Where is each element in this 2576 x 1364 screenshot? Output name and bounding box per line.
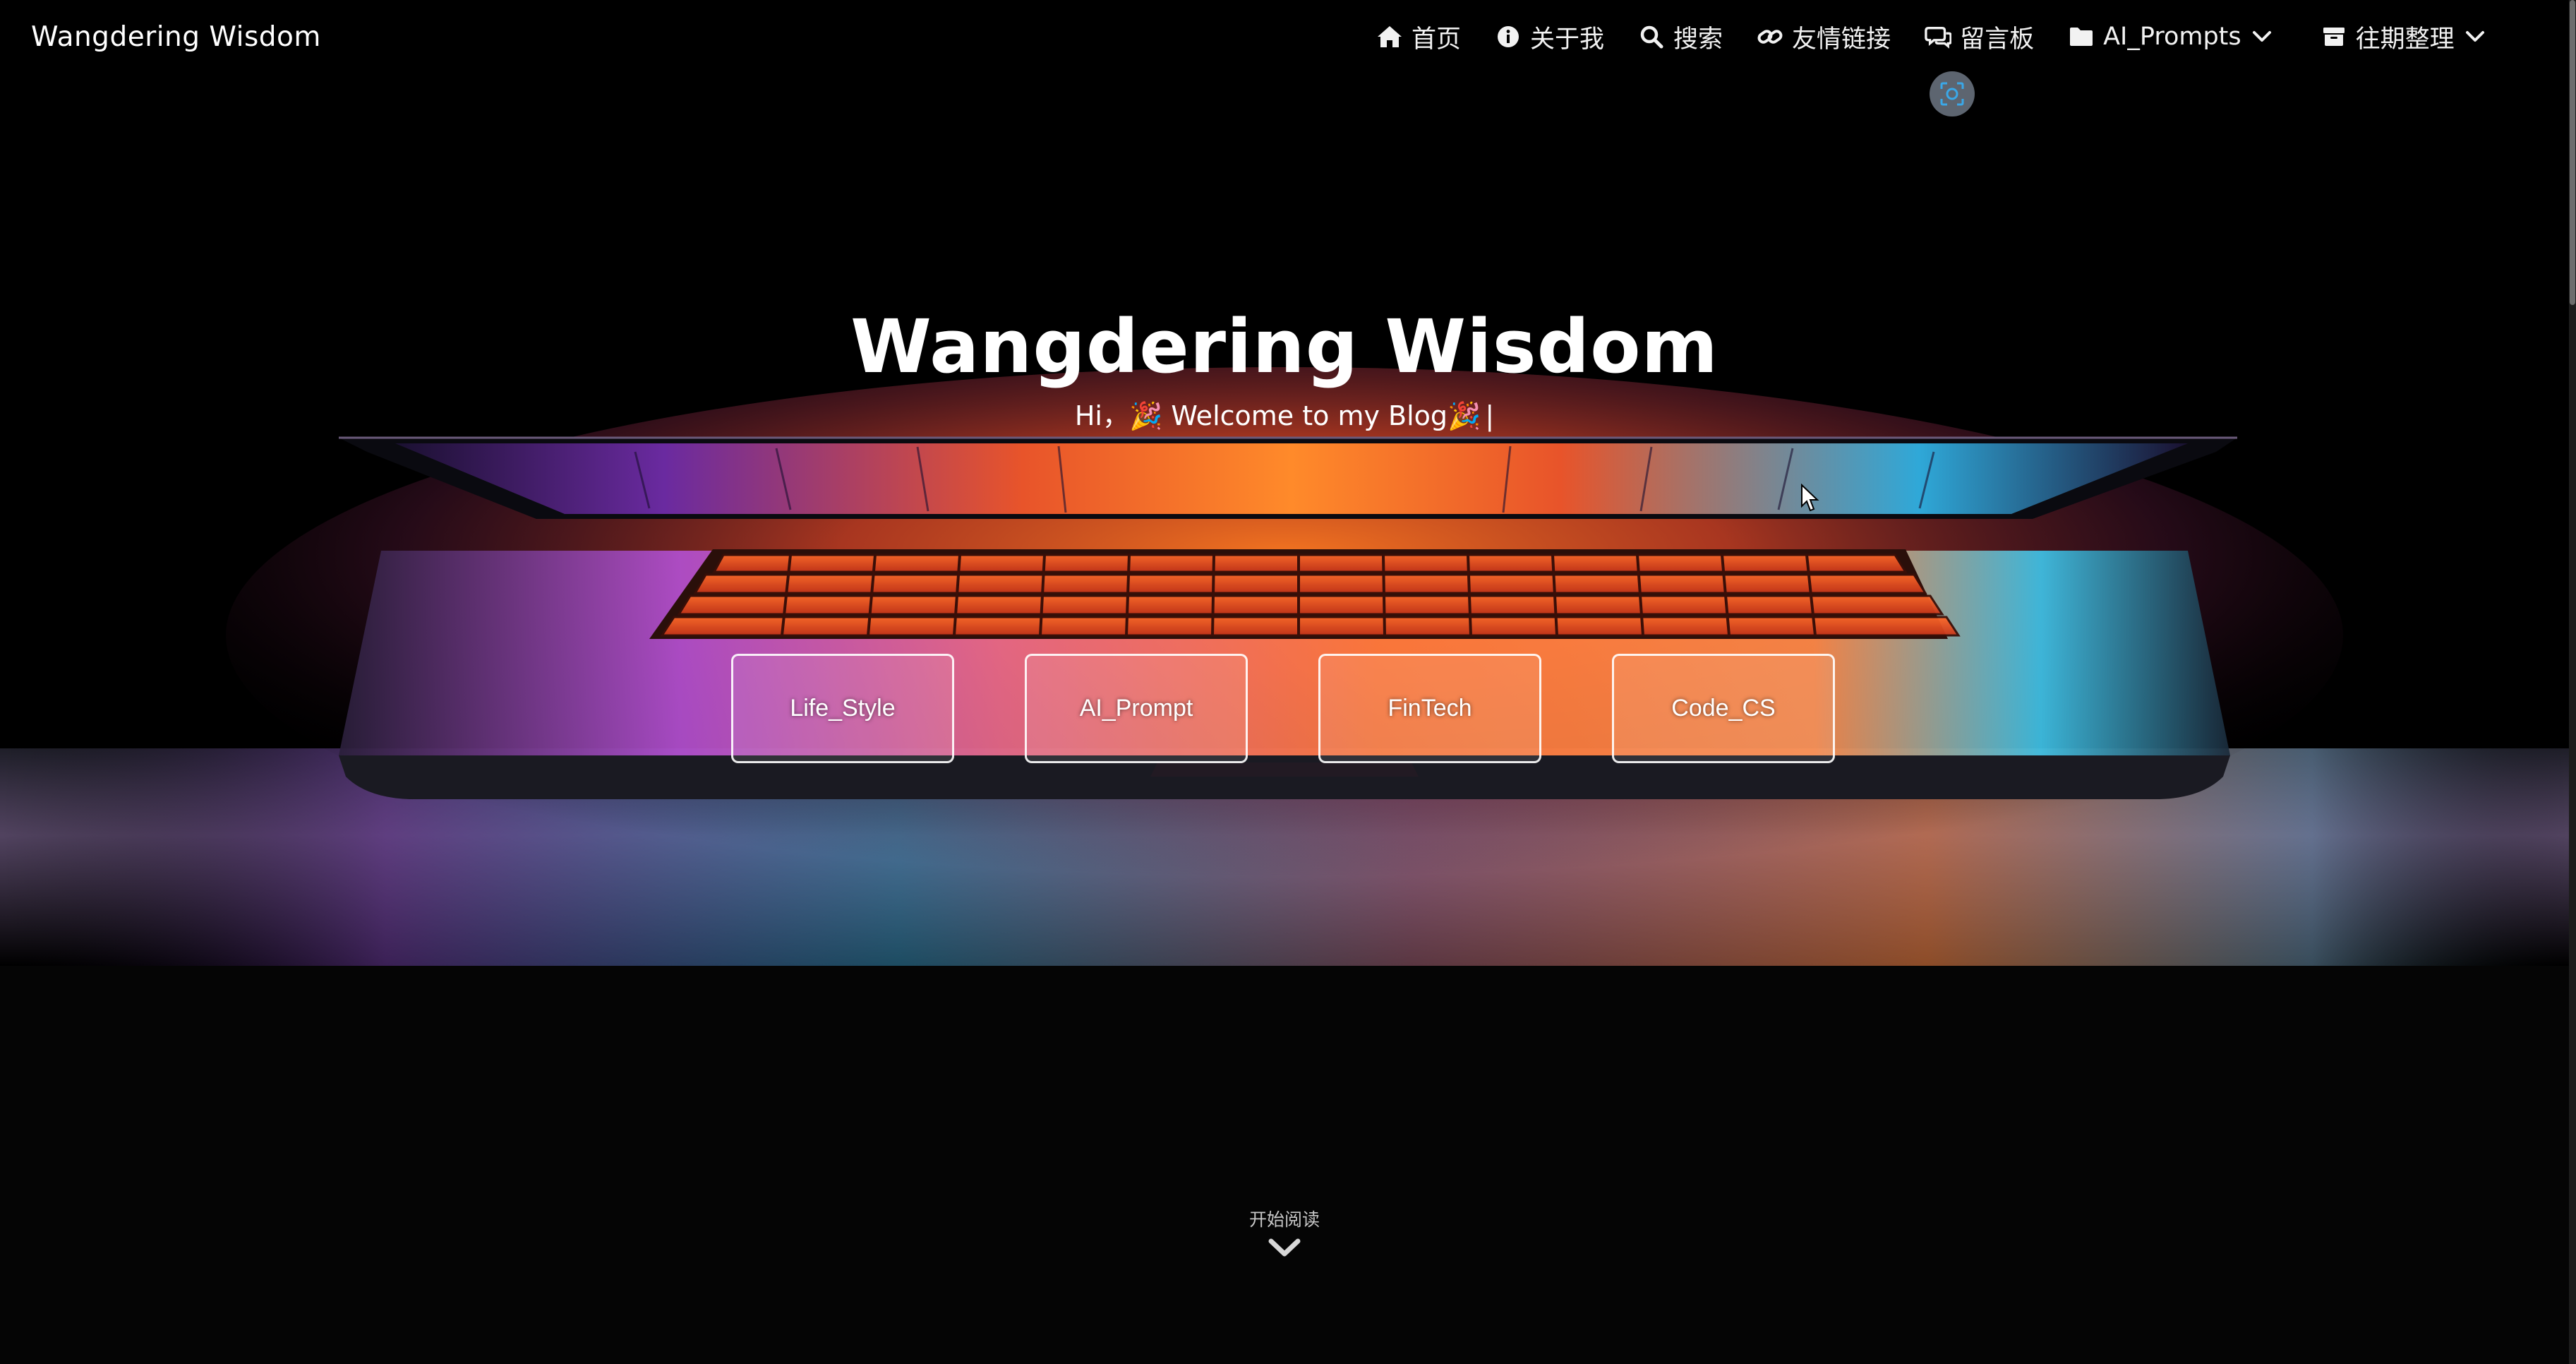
chevron-down-icon: [2464, 26, 2486, 47]
page: Wangdering Wisdom 首页 关于我 搜索 友情链接 留言板 AI_…: [0, 0, 2576, 1364]
top-navbar: Wangdering Wisdom 首页 关于我 搜索 友情链接 留言板 AI_…: [0, 0, 2569, 78]
site-brand[interactable]: Wangdering Wisdom: [31, 21, 321, 53]
search-icon: [1638, 23, 1665, 50]
screenshot-icon: [1940, 82, 1964, 106]
screenshot-float-button[interactable]: [1930, 71, 1975, 116]
scroll-down-icon[interactable]: [1267, 1234, 1302, 1262]
page-scrollbar[interactable]: [2569, 0, 2576, 1364]
category-button-fintech[interactable]: FinTech: [1318, 654, 1541, 763]
category-buttons: Life_Style AI_Prompt FinTech Code_CS: [731, 654, 1835, 763]
archive-icon: [2321, 23, 2347, 50]
chevron-down-icon: [2251, 26, 2273, 47]
info-icon: [1495, 23, 1522, 50]
laptop-illustration: [0, 367, 2569, 966]
nav-item-label: 友情链接: [1792, 25, 1891, 54]
comments-icon: [1925, 23, 1952, 50]
category-button-code-cs[interactable]: Code_CS: [1612, 654, 1835, 763]
start-reading-label[interactable]: 开始阅读: [0, 1206, 2569, 1231]
nav-item-archive[interactable]: 往期整理: [2321, 19, 2486, 55]
scrollbar-thumb[interactable]: [2570, 0, 2575, 305]
typing-caret: |: [1485, 400, 1495, 431]
category-button-ai-prompt[interactable]: AI_Prompt: [1025, 654, 1248, 763]
nav-item-guestbook[interactable]: 留言板: [1925, 19, 2034, 55]
nav-item-label: 搜索: [1673, 25, 1723, 54]
nav-item-label: 关于我: [1530, 25, 1605, 54]
link-icon: [1757, 23, 1783, 50]
nav-item-ai-prompts[interactable]: AI_Prompts: [2068, 23, 2273, 51]
nav-item-links[interactable]: 友情链接: [1757, 19, 1891, 55]
nav-item-home[interactable]: 首页: [1376, 19, 1461, 55]
nav-item-label: 首页: [1412, 25, 1462, 54]
hero-title: Wangdering Wisdom: [850, 304, 1719, 390]
nav-item-label: 留言板: [1960, 25, 2035, 54]
folder-icon: [2068, 23, 2095, 50]
hero-subtitle-text: Hi，🎉 Welcome to my Blog🎉: [1074, 400, 1481, 431]
mouse-cursor-icon: [1801, 484, 1819, 512]
nav-item-search[interactable]: 搜索: [1638, 19, 1723, 55]
category-button-life-style[interactable]: Life_Style: [731, 654, 954, 763]
hero-background: [0, 0, 2569, 966]
home-icon: [1376, 23, 1403, 50]
hero-subtitle: Hi，🎉 Welcome to my Blog🎉 |: [0, 394, 2569, 433]
nav-item-about[interactable]: 关于我: [1495, 19, 1604, 55]
nav-item-label: AI_Prompts: [2103, 23, 2241, 51]
nav-item-label: 往期整理: [2355, 25, 2455, 54]
nav-menu: 首页 关于我 搜索 友情链接 留言板 AI_Prompts 往期整理: [1376, 20, 2486, 54]
